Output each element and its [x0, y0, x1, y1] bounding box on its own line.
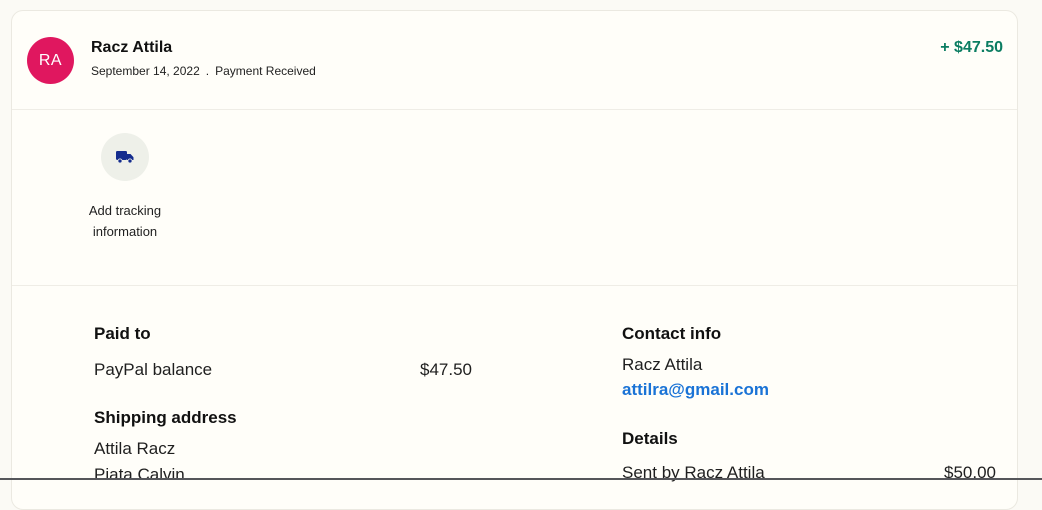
- transaction-header: RA Racz Attila September 14, 2022. Paymen…: [12, 11, 1017, 110]
- paid-to-method: PayPal balance: [94, 360, 213, 379]
- add-tracking-button[interactable]: Add tracking information: [83, 133, 167, 242]
- contact-heading: Contact info: [622, 324, 722, 343]
- contact-name: Racz Attila: [622, 355, 703, 374]
- contact-email-link[interactable]: attilra@gmail.com: [622, 380, 769, 400]
- truck-icon: [116, 151, 134, 164]
- paid-to-heading: Paid to: [94, 324, 151, 343]
- transaction-card: RA Racz Attila September 14, 2022. Paymen…: [11, 10, 1018, 510]
- details-heading: Details: [622, 429, 678, 448]
- sent-by-amount: $50.00: [944, 463, 996, 482]
- shipping-heading: Shipping address: [94, 408, 237, 427]
- transaction-date: September 14, 2022: [91, 64, 200, 78]
- subline-separator: .: [205, 64, 210, 78]
- actions-row: Add tracking information: [12, 109, 1017, 286]
- shipping-line: Attila Racz: [94, 439, 176, 458]
- tracking-icon-circle[interactable]: [101, 133, 149, 181]
- transaction-subline: September 14, 2022. Payment Received: [91, 64, 316, 78]
- sender-name: Racz Attila: [91, 39, 173, 56]
- transaction-status: Payment Received: [215, 64, 316, 78]
- add-tracking-label[interactable]: Add tracking information: [83, 200, 167, 242]
- paid-to-amount: $47.50: [420, 360, 472, 379]
- avatar: RA: [27, 37, 74, 84]
- sent-by-label: Sent by Racz Attila: [622, 463, 765, 482]
- shipping-line: Piata Calvin: [94, 465, 185, 484]
- transaction-amount: + $47.50: [940, 39, 1003, 56]
